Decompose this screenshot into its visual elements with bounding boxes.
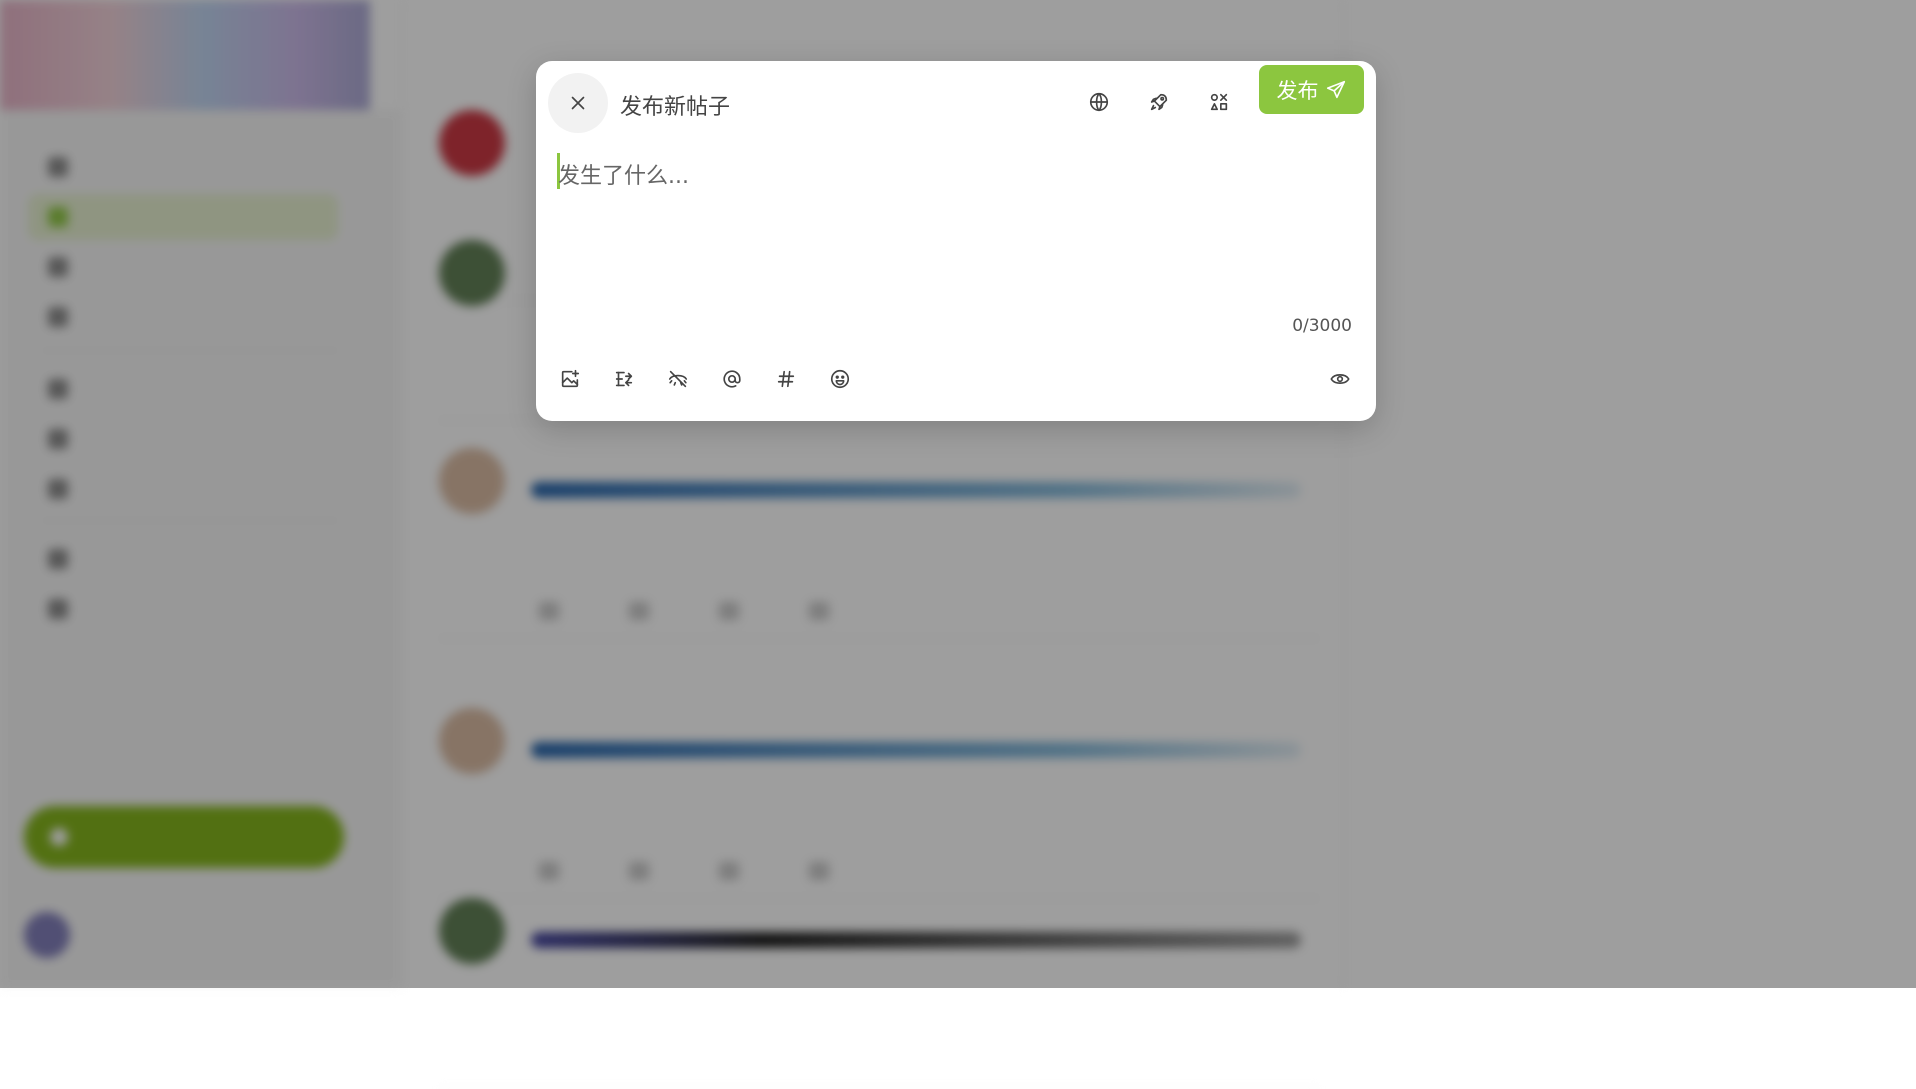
hashtag-button[interactable]: [770, 363, 802, 395]
close-icon: [571, 96, 585, 110]
preview-button[interactable]: [1324, 363, 1356, 395]
publish-label: 发布: [1276, 78, 1319, 103]
boost-button[interactable]: [1144, 87, 1174, 117]
editor-placeholder: 发生了什么...: [558, 164, 689, 189]
eye-icon: [1330, 374, 1350, 384]
rocket-icon: [1150, 93, 1168, 111]
send-icon: [1326, 80, 1345, 98]
mention-button[interactable]: [716, 363, 748, 395]
image-plus-icon: [561, 369, 580, 388]
post-textarea[interactable]: 发生了什么...: [557, 152, 1358, 302]
globe-icon: [1089, 92, 1109, 112]
add-image-button[interactable]: [554, 363, 586, 395]
emoji-icon: [830, 369, 850, 389]
poll-button[interactable]: [608, 363, 640, 395]
eye-off-icon: [668, 370, 688, 388]
apps-button[interactable]: [1204, 87, 1234, 117]
hash-icon: [777, 370, 795, 388]
spoiler-button[interactable]: [662, 363, 694, 395]
publish-button[interactable]: 发布: [1259, 65, 1364, 114]
modal-title: 发布新帖子: [620, 95, 731, 120]
char-counter: 0/3000: [1292, 316, 1352, 336]
at-sign-icon: [723, 370, 741, 388]
visibility-button[interactable]: [1084, 87, 1114, 117]
compose-modal: 发布新帖子 发布 发生了什么... 0/3000: [536, 61, 1376, 421]
poll-icon: [615, 371, 633, 387]
apps-icon: [1210, 93, 1228, 111]
emoji-button[interactable]: [824, 363, 856, 395]
close-button[interactable]: [548, 73, 608, 133]
